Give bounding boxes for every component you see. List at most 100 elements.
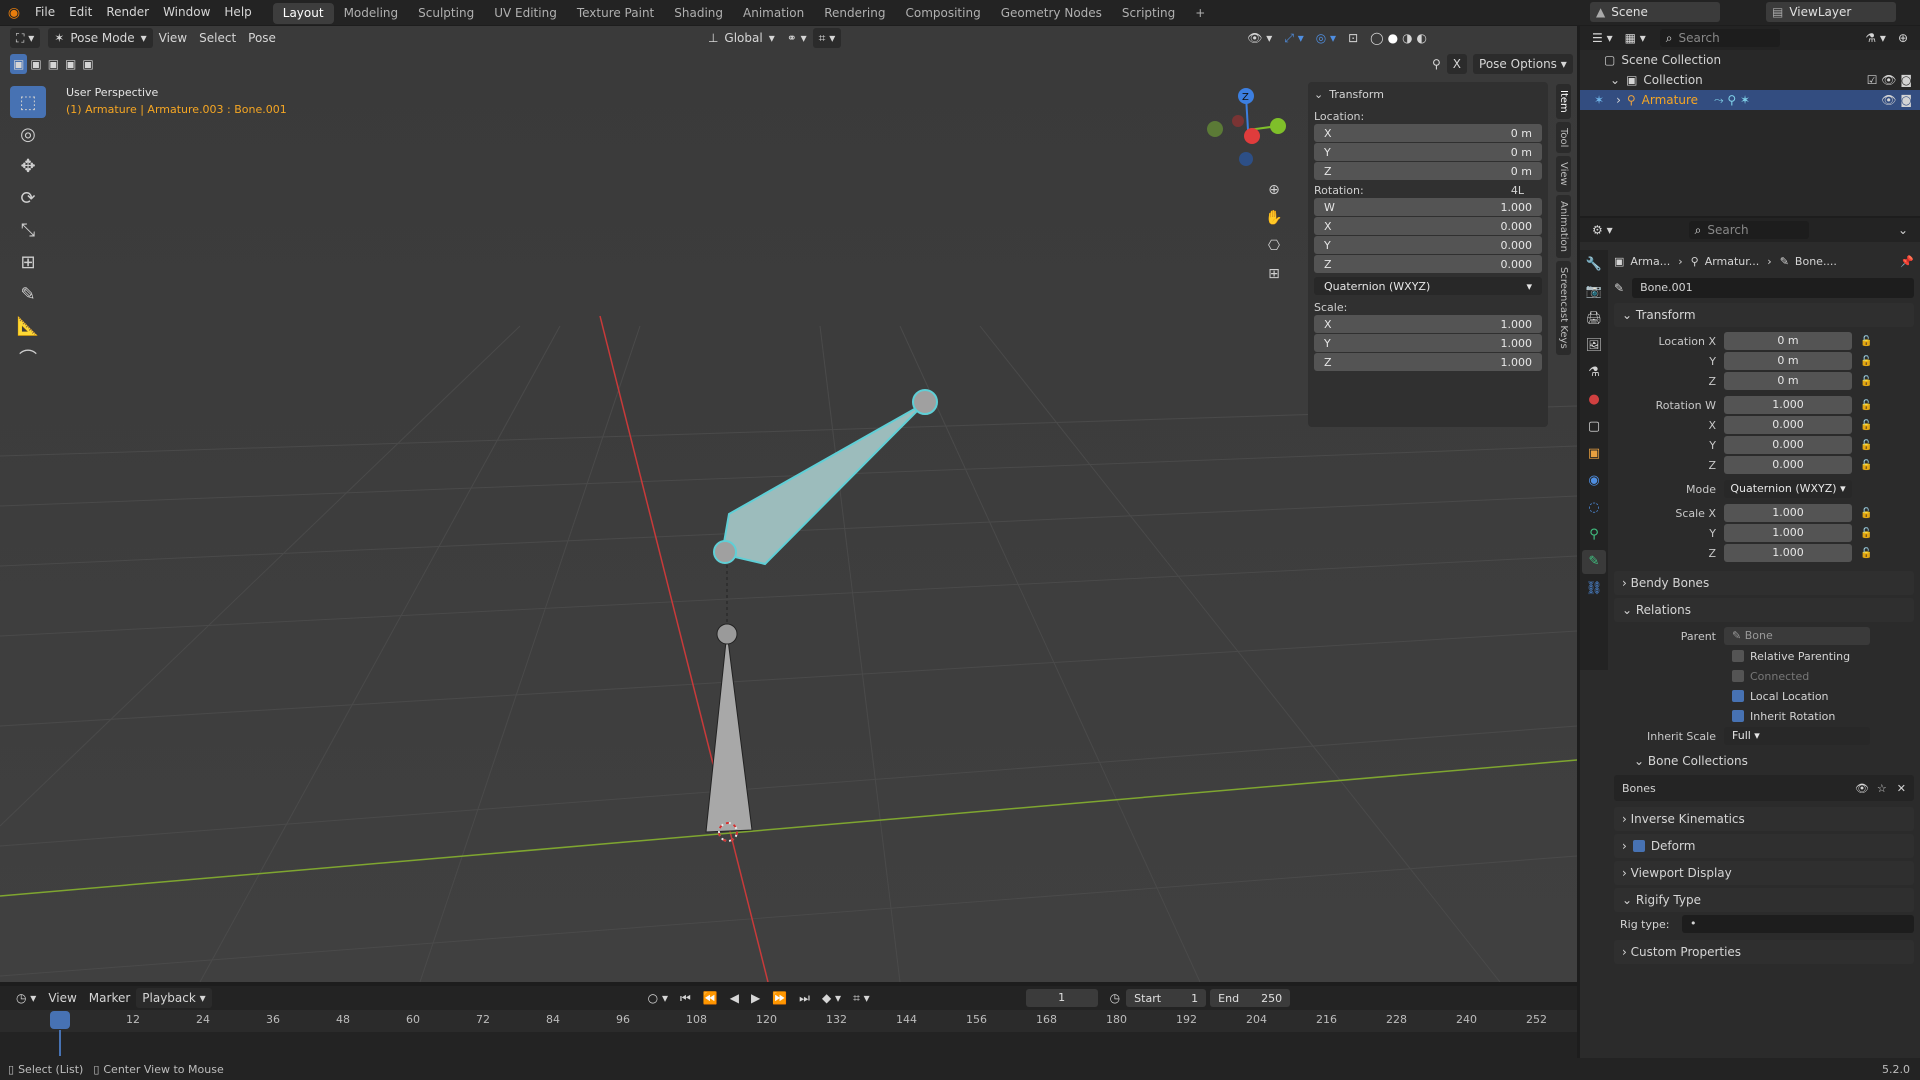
current-frame-field[interactable]: 1	[1025, 989, 1098, 1007]
tab-animation[interactable]: Animation	[733, 3, 814, 24]
tab-geometry-nodes[interactable]: Geometry Nodes	[991, 3, 1112, 24]
connected-checkbox[interactable]	[1732, 670, 1744, 682]
xray-button[interactable]: ⊡	[1342, 28, 1364, 48]
tab-layout[interactable]: Layout	[272, 3, 334, 24]
viewport-menu-pose[interactable]: Pose	[242, 28, 282, 48]
material-icon[interactable]: ◑	[1402, 28, 1412, 48]
view-layer-tab-icon[interactable]: 🖼	[1582, 334, 1606, 358]
visibility-button[interactable]: 👁 ▾	[1241, 28, 1278, 48]
eye-icon[interactable]: 👁	[1855, 782, 1869, 795]
move-tool[interactable]: ✥	[10, 150, 46, 182]
select-box-tool[interactable]: ⬚	[10, 86, 46, 118]
lock-icon[interactable]: 🔓	[1860, 440, 1872, 451]
viewport-menu-view[interactable]: View	[153, 28, 193, 48]
tab-texture-paint[interactable]: Texture Paint	[567, 3, 664, 24]
jump-end-icon[interactable]: ⏭	[793, 988, 816, 1008]
lock-icon[interactable]: 🔓	[1860, 528, 1872, 539]
outliner-editor-icon[interactable]: ☰ ▾	[1586, 28, 1619, 48]
select-extend-icon[interactable]: ▣	[27, 54, 44, 74]
tab-screencast-keys[interactable]: Screencast Keys	[1556, 260, 1571, 355]
lock-icon[interactable]: 🔓	[1860, 508, 1872, 519]
bone-constraint-tab-icon[interactable]: ⛓	[1582, 577, 1606, 601]
local-location-row[interactable]: Local Location	[1614, 686, 1914, 706]
menu-edit[interactable]: Edit	[62, 0, 99, 25]
section-viewport-display[interactable]: › Viewport Display	[1614, 861, 1914, 885]
np-scale-field[interactable]: Z 1.000	[1314, 353, 1542, 371]
field-value[interactable]: 0.000	[1724, 436, 1852, 454]
rendered-icon[interactable]: ◐	[1417, 28, 1427, 48]
next-keyframe-icon[interactable]: ⏩	[766, 988, 793, 1008]
section-bone-collections[interactable]: ⌄ Bone Collections	[1614, 749, 1914, 773]
menu-file[interactable]: File	[28, 0, 62, 25]
wireframe-icon[interactable]: ◯	[1370, 28, 1383, 48]
bone-selected-head[interactable]	[713, 540, 737, 564]
field-value[interactable]: 1.000	[1724, 504, 1852, 522]
snap-button[interactable]: ⌗ ▾	[812, 28, 842, 48]
measure-tool[interactable]: 📐	[10, 310, 46, 342]
play-icon[interactable]: ▶	[745, 988, 766, 1008]
properties-editor-icon[interactable]: ⚙ ▾	[1586, 220, 1619, 240]
timeline-editor-icon[interactable]: ◷ ▾	[10, 988, 42, 1008]
blender-logo-icon[interactable]: ◉	[0, 5, 28, 21]
tab-scripting[interactable]: Scripting	[1112, 3, 1185, 24]
timeline-menu-view[interactable]: View	[42, 988, 82, 1008]
scale-tool[interactable]: ⤡	[10, 214, 46, 246]
close-icon[interactable]: ✕	[1897, 782, 1906, 795]
parent-field[interactable]: ✎ Bone	[1724, 627, 1870, 645]
menu-render[interactable]: Render	[99, 0, 156, 25]
armature-visibility-icon[interactable]: 👁 ◙	[1881, 93, 1912, 107]
np-rot-field[interactable]: W 1.000	[1314, 198, 1542, 216]
pin-icon[interactable]: 📌	[1900, 255, 1914, 268]
jump-start-icon[interactable]: ⏮	[674, 988, 697, 1008]
connected-row[interactable]: Connected	[1614, 666, 1914, 686]
prev-keyframe-icon[interactable]: ⏪	[697, 988, 724, 1008]
tree-collection[interactable]: ⌄ ▣ Collection ☑ 👁 ◙	[1580, 70, 1920, 90]
inherit-scale-select[interactable]: Full ▾	[1724, 727, 1870, 745]
n-rotation-flag[interactable]: 4L	[1511, 184, 1524, 197]
select-subtract-icon[interactable]: ▣	[45, 54, 62, 74]
breadcrumb-object[interactable]: Arma...	[1630, 255, 1670, 268]
breadcrumb-armature[interactable]: Armatur...	[1705, 255, 1760, 268]
overlay-toggle-button[interactable]: ◎ ▾	[1310, 28, 1342, 48]
tab-sculpting[interactable]: Sculpting	[408, 3, 484, 24]
np-rot-field[interactable]: Y 0.000	[1314, 236, 1542, 254]
transform-orientation[interactable]: ⊥ Global ▾	[702, 28, 781, 48]
menu-help[interactable]: Help	[217, 0, 258, 25]
tab-modeling[interactable]: Modeling	[334, 3, 409, 24]
mirror-icon[interactable]: ⚲	[1426, 54, 1447, 74]
np-loc-field[interactable]: Y 0 m	[1314, 143, 1542, 161]
local-location-checkbox[interactable]	[1732, 690, 1744, 702]
bone-name-field[interactable]: Bone.001	[1632, 278, 1914, 298]
np-rot-field[interactable]: Z 0.000	[1314, 255, 1542, 273]
tab-item[interactable]: Item	[1556, 84, 1571, 119]
bone-lower-head[interactable]	[716, 623, 738, 645]
np-rot-field[interactable]: X 0.000	[1314, 217, 1542, 235]
field-value[interactable]: 1.000	[1724, 524, 1852, 542]
section-deform[interactable]: › Deform	[1614, 834, 1914, 858]
np-loc-field[interactable]: X 0 m	[1314, 124, 1542, 142]
viewport-menu-select[interactable]: Select	[193, 28, 242, 48]
physics-tab-icon[interactable]: ◉	[1582, 469, 1606, 493]
tab-uv-editing[interactable]: UV Editing	[484, 3, 567, 24]
field-value[interactable]: 0.000	[1724, 416, 1852, 434]
lock-icon[interactable]: 🔓	[1860, 400, 1872, 411]
bone-collection-item[interactable]: Bones 👁 ☆ ✕	[1614, 775, 1914, 801]
tab-animation-side[interactable]: Animation	[1556, 194, 1571, 258]
rig-type-field[interactable]: •	[1682, 915, 1914, 933]
lock-icon[interactable]: 🔓	[1860, 336, 1872, 347]
rotate-tool[interactable]: ⟳	[10, 182, 46, 214]
lock-icon[interactable]: 🔓	[1860, 460, 1872, 471]
select-new-icon[interactable]: ▣	[10, 54, 28, 74]
pose-mode-icon[interactable]: ✶	[1594, 93, 1604, 107]
rotation-mode-select[interactable]: Quaternion (WXYZ) ▾	[1724, 480, 1852, 498]
bone-tab-icon[interactable]: ✎	[1582, 550, 1606, 574]
tab-rendering[interactable]: Rendering	[814, 3, 895, 24]
np-scale-field[interactable]: Y 1.000	[1314, 334, 1542, 352]
inherit-rotation-checkbox[interactable]	[1732, 710, 1744, 722]
zoom-icon[interactable]: ⊕	[1263, 176, 1285, 204]
relative-parenting-row[interactable]: Relative Parenting	[1614, 646, 1914, 666]
object-tab-icon[interactable]: ▣	[1582, 442, 1606, 466]
np-scale-field[interactable]: X 1.000	[1314, 315, 1542, 333]
inherit-rotation-row[interactable]: Inherit Rotation	[1614, 706, 1914, 726]
tab-shading[interactable]: Shading	[664, 3, 733, 24]
